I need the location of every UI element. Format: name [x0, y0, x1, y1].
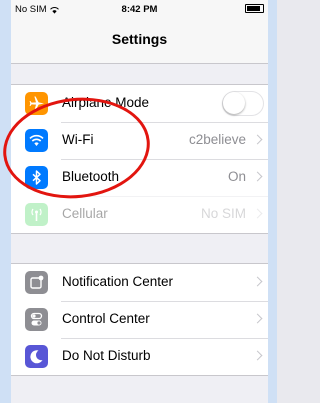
wifi-label: Wi-Fi [62, 132, 94, 147]
settings-group-centers: Notification Center Control Center Do No… [11, 263, 268, 376]
airplane-mode-label: Airplane Mode [62, 95, 150, 110]
airplane-mode-toggle[interactable] [222, 91, 264, 116]
screenshot-frame: No SIM 8:42 PM Settings Airplane Mode Wi… [0, 0, 277, 403]
chevron-right-icon [252, 350, 263, 361]
settings-screen: No SIM 8:42 PM Settings Airplane Mode Wi… [11, 0, 268, 403]
moon-icon [25, 345, 48, 368]
settings-row-bluetooth[interactable]: Bluetooth On [11, 159, 268, 196]
status-bar: No SIM 8:42 PM [11, 0, 268, 18]
bluetooth-status-value: On [227, 169, 246, 184]
wifi-network-value: c2believe [188, 132, 246, 147]
control-center-label: Control Center [62, 311, 150, 326]
chevron-right-icon [252, 208, 263, 219]
settings-row-airplane-mode: Airplane Mode [11, 85, 268, 122]
cellular-label: Cellular [62, 206, 108, 221]
battery-level [247, 6, 261, 11]
cellular-status-value: No SIM [200, 206, 246, 221]
bluetooth-label: Bluetooth [62, 169, 120, 184]
page-title: Settings [111, 31, 168, 47]
control-center-icon [25, 308, 48, 331]
chevron-right-icon [252, 313, 263, 324]
notification-center-label: Notification Center [62, 274, 174, 289]
do-not-disturb-label: Do Not Disturb [62, 348, 151, 363]
chevron-right-icon [252, 134, 263, 145]
airplane-icon [25, 92, 48, 115]
toggle-knob [223, 92, 245, 114]
settings-row-notification-center[interactable]: Notification Center [11, 264, 268, 301]
notification-center-icon [25, 271, 48, 294]
settings-row-wifi[interactable]: Wi-Fi c2believe [11, 122, 268, 159]
cellular-icon [25, 203, 48, 226]
settings-row-control-center[interactable]: Control Center [11, 301, 268, 338]
battery-icon [245, 4, 264, 13]
settings-group-connectivity: Airplane Mode Wi-Fi c2believe Bluetooth … [11, 84, 268, 234]
wifi-icon [25, 129, 48, 152]
chevron-right-icon [252, 171, 263, 182]
status-time: 8:42 PM [121, 4, 158, 15]
navigation-bar: Settings [11, 18, 268, 64]
bluetooth-icon [25, 166, 48, 189]
settings-row-cellular: Cellular No SIM [11, 196, 268, 233]
settings-row-do-not-disturb[interactable]: Do Not Disturb [11, 338, 268, 375]
chevron-right-icon [252, 276, 263, 287]
